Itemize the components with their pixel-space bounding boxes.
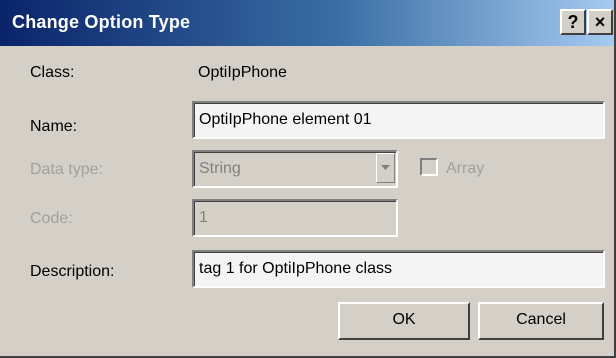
change-option-type-dialog: Change Option Type ? × Class: OptiIpPhon… xyxy=(0,0,616,358)
code-input[interactable]: 1 xyxy=(192,199,398,237)
name-input[interactable]: OptiIpPhone element 01 xyxy=(192,101,605,139)
datatype-select[interactable]: String xyxy=(192,150,398,188)
code-label: Code: xyxy=(30,210,73,227)
class-label: Class: xyxy=(30,64,75,81)
datatype-value: String xyxy=(199,160,241,177)
array-checkbox[interactable] xyxy=(420,158,438,176)
description-label: Description: xyxy=(30,263,115,280)
chevron-down-icon xyxy=(381,165,390,170)
help-icon: ? xyxy=(567,12,579,32)
close-icon: × xyxy=(594,12,606,32)
class-value: OptiIpPhone xyxy=(198,64,287,81)
cancel-button[interactable]: Cancel xyxy=(478,302,604,340)
description-input[interactable]: tag 1 for OptiIpPhone class xyxy=(192,250,605,288)
dialog-title: Change Option Type xyxy=(12,12,191,32)
ok-button[interactable]: OK xyxy=(338,302,470,340)
dropdown-arrow-button[interactable] xyxy=(376,153,395,183)
help-button[interactable]: ? xyxy=(560,9,586,35)
close-button[interactable]: × xyxy=(587,9,613,35)
name-label: Name: xyxy=(30,118,78,135)
array-label: Array xyxy=(446,160,485,177)
title-bar[interactable]: Change Option Type ? × xyxy=(0,0,614,46)
datatype-label: Data type: xyxy=(30,161,103,178)
